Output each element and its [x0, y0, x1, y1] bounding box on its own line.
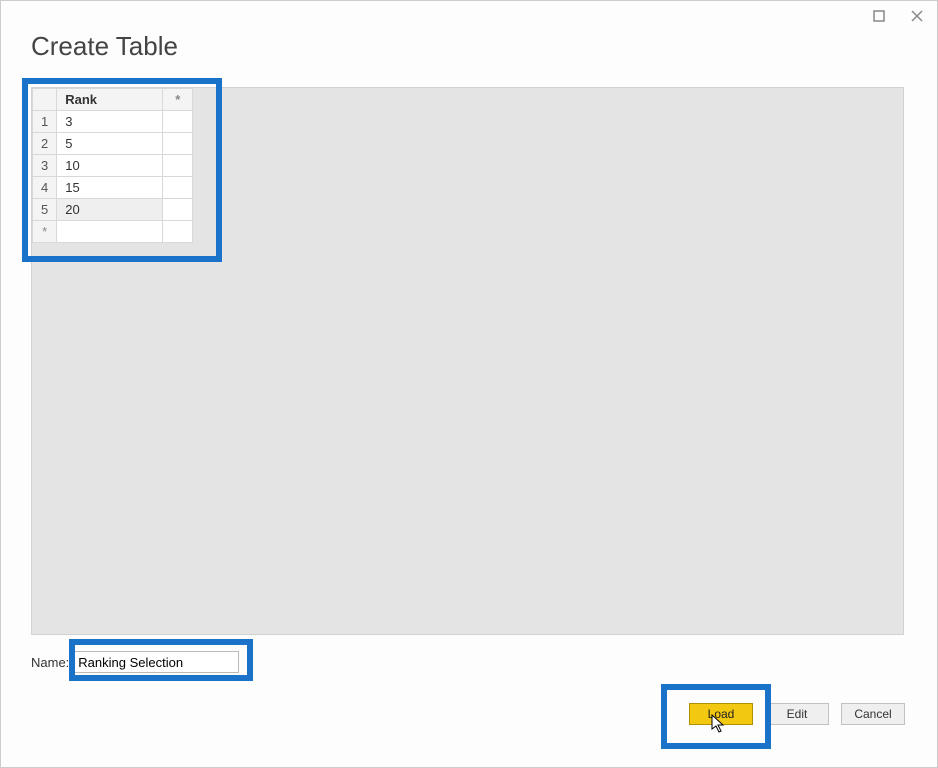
- name-row: Name:: [31, 651, 239, 673]
- close-icon[interactable]: [905, 5, 929, 27]
- row-index: 4: [33, 177, 57, 199]
- name-input[interactable]: [73, 651, 239, 673]
- table-row[interactable]: 4 15: [33, 177, 193, 199]
- dialog-buttons: Load Edit Cancel: [689, 703, 905, 725]
- cell-rank[interactable]: 3: [57, 111, 163, 133]
- dialog-title: Create Table: [31, 31, 178, 62]
- create-table-dialog: Create Table Rank * 1 3 2 5: [0, 0, 938, 768]
- cell-extra-empty[interactable]: [163, 221, 193, 243]
- data-preview-area: Rank * 1 3 2 5 3 10: [31, 87, 904, 635]
- table-row[interactable]: 2 5: [33, 133, 193, 155]
- name-label: Name:: [31, 655, 69, 670]
- cell-rank[interactable]: 20: [57, 199, 163, 221]
- column-header-add[interactable]: *: [163, 89, 193, 111]
- window-controls: [867, 1, 937, 31]
- row-index: 1: [33, 111, 57, 133]
- cell-extra[interactable]: [163, 199, 193, 221]
- table-row[interactable]: 1 3: [33, 111, 193, 133]
- cell-extra[interactable]: [163, 177, 193, 199]
- row-index: 5: [33, 199, 57, 221]
- table-row[interactable]: 3 10: [33, 155, 193, 177]
- cancel-button[interactable]: Cancel: [841, 703, 905, 725]
- cell-extra[interactable]: [163, 111, 193, 133]
- row-index: 2: [33, 133, 57, 155]
- data-entry-table[interactable]: Rank * 1 3 2 5 3 10: [32, 88, 193, 243]
- row-header-blank: [33, 89, 57, 111]
- cell-rank[interactable]: 5: [57, 133, 163, 155]
- new-row-marker: *: [33, 221, 57, 243]
- table-row[interactable]: 5 20: [33, 199, 193, 221]
- load-button[interactable]: Load: [689, 703, 753, 725]
- edit-button[interactable]: Edit: [765, 703, 829, 725]
- cell-rank[interactable]: 10: [57, 155, 163, 177]
- maximize-icon[interactable]: [867, 5, 891, 27]
- table-new-row[interactable]: *: [33, 221, 193, 243]
- cell-extra[interactable]: [163, 155, 193, 177]
- column-header-rank[interactable]: Rank: [57, 89, 163, 111]
- cell-rank[interactable]: 15: [57, 177, 163, 199]
- row-index: 3: [33, 155, 57, 177]
- cell-rank-empty[interactable]: [57, 221, 163, 243]
- cell-extra[interactable]: [163, 133, 193, 155]
